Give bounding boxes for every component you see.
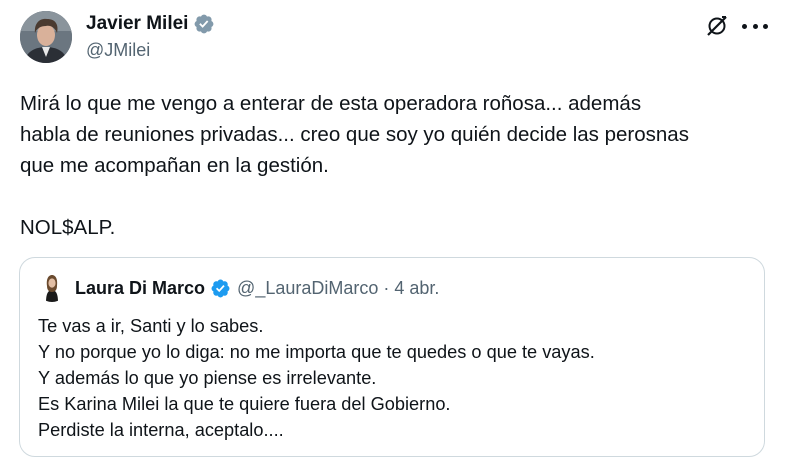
- author-avatar-image: [20, 11, 72, 63]
- more-dot-icon: [752, 23, 758, 29]
- quoted-tweet-text: Te vas a ir, Santi y lo sabes. Y no porq…: [38, 316, 595, 440]
- author-handle[interactable]: @JMilei: [86, 38, 150, 62]
- verified-badge-icon: [193, 13, 215, 35]
- verified-badge-blue-icon: [210, 278, 231, 299]
- author-avatar[interactable]: [20, 11, 72, 63]
- quoted-author-avatar[interactable]: [37, 272, 67, 302]
- more-options-icon[interactable]: [742, 21, 768, 31]
- quoted-tweet-date[interactable]: 4 abr.: [394, 276, 439, 300]
- more-dot-icon: [763, 23, 768, 29]
- meta-separator: ·: [383, 278, 390, 298]
- quoted-tweet-card[interactable]: Laura Di Marco @_LauraDiMarco · 4 abr. T…: [19, 257, 765, 457]
- author-name[interactable]: Javier Milei: [86, 12, 188, 36]
- quoted-tweet-header: Laura Di Marco @_LauraDiMarco · 4 abr.: [75, 276, 439, 300]
- quoted-author-name[interactable]: Laura Di Marco: [75, 276, 205, 300]
- grok-icon[interactable]: [706, 15, 728, 37]
- author-name-row: Javier Milei: [86, 12, 215, 36]
- tweet: Javier Milei @JMilei Mirá lo que me veng…: [0, 0, 790, 465]
- more-dot-icon: [742, 23, 747, 29]
- tweet-text: Mirá lo que me vengo a enterar de esta o…: [20, 92, 689, 239]
- quoted-avatar-image: [37, 272, 67, 302]
- quoted-author-handle[interactable]: @_LauraDiMarco: [237, 276, 378, 300]
